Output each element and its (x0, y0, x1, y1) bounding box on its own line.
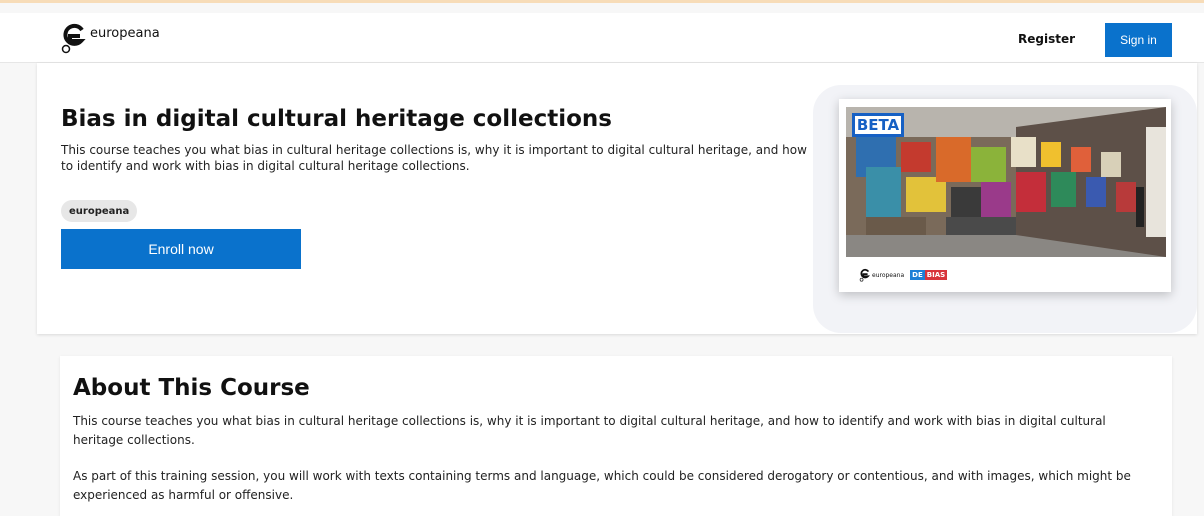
europeana-logo-icon (61, 23, 86, 54)
europeana-mini-logo: europeana (859, 268, 904, 282)
enroll-button[interactable]: Enroll now (61, 229, 301, 269)
course-hero: Bias in digital cultural heritage collec… (37, 63, 1197, 334)
debias-bias: BIAS (924, 270, 948, 280)
course-image-card: BETA europeana DE BIAS (839, 99, 1171, 292)
about-paragraph: As part of this training session, you wi… (73, 469, 1131, 502)
about-paragraph: This course teaches you what bias in cul… (73, 414, 1106, 447)
about-section: About This Course This course teaches yo… (60, 356, 1172, 516)
europeana-logo-icon (859, 268, 870, 282)
logo-text: europeana (90, 26, 160, 41)
site-header: europeana Register Sign in (0, 13, 1204, 63)
beta-badge: BETA (852, 113, 904, 137)
debias-de: DE (910, 270, 925, 280)
card-partner-logos: europeana DE BIAS (859, 265, 948, 285)
organization-tag[interactable]: europeana (61, 200, 138, 222)
course-title: Bias in digital cultural heritage collec… (61, 106, 612, 132)
mini-logo-text: europeana (872, 271, 905, 279)
course-description: This course teaches you what bias in cul… (61, 143, 807, 173)
top-accent-line (0, 0, 1204, 3)
sign-in-button[interactable]: Sign in (1105, 23, 1172, 57)
debias-logo: DE BIAS (910, 269, 948, 281)
europeana-logo[interactable]: europeana (60, 22, 160, 54)
graffiti-wall-image: BETA (846, 107, 1166, 257)
register-link[interactable]: Register (1018, 32, 1075, 46)
about-title: About This Course (73, 375, 310, 401)
